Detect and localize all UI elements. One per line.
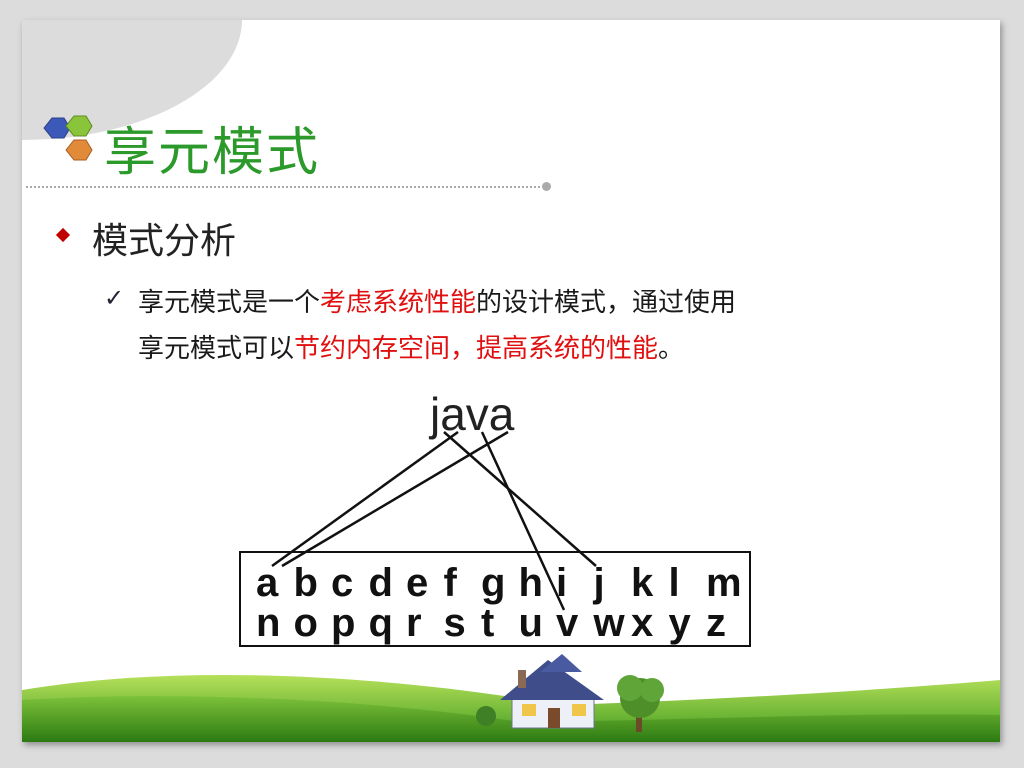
house-icon [500, 654, 604, 729]
bush-icon [476, 706, 496, 726]
landscape-illustration [22, 654, 1000, 742]
slide: 享元模式 模式分析 ✓ 享元模式是一个考虑系统性能的设计模式，通过使用 享元模式… [0, 0, 1024, 768]
